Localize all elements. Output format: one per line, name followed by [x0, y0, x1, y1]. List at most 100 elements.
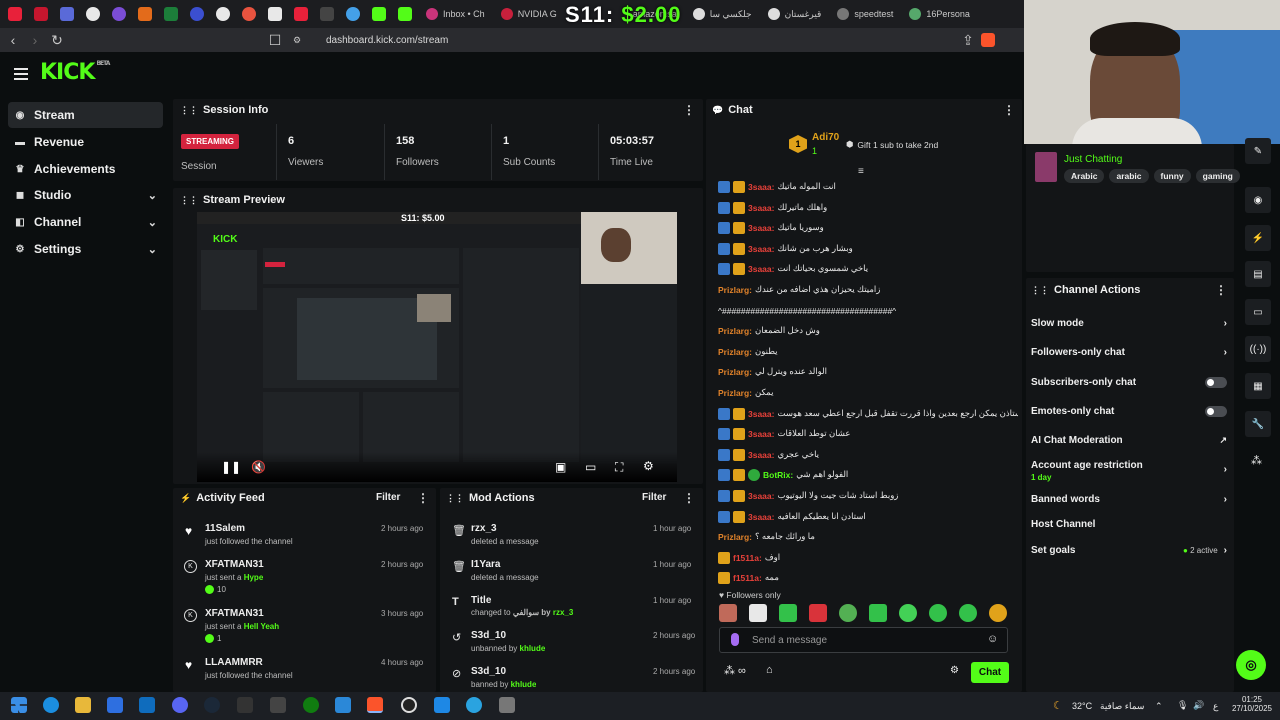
chat-username[interactable]: Prizlarg: — [718, 388, 752, 398]
activity-username[interactable]: 11Salem — [205, 523, 245, 534]
ai-moderation-row[interactable]: AI Chat Moderation ↗ — [1031, 435, 1227, 446]
x-tab-icon[interactable] — [320, 7, 334, 21]
emote-icon[interactable] — [809, 604, 827, 622]
tab-icon[interactable] — [138, 7, 152, 21]
kebab-menu-icon[interactable]: ⋮ — [417, 491, 429, 505]
emote-icon[interactable] — [749, 604, 767, 622]
mod-target[interactable]: S3d_10 — [471, 630, 506, 641]
sidebar-item-achievements[interactable]: ♛ Achievements — [8, 156, 163, 182]
mod-target[interactable]: S3d_10 — [471, 666, 506, 677]
activity-username[interactable]: XFATMAN31 — [205, 608, 264, 619]
emote-icon[interactable] — [869, 604, 887, 622]
browser-tab[interactable]: NVIDIA G — [495, 3, 563, 25]
stream-preview-video[interactable]: S11: $5.00 KICK ❚❚ 🔇 ▣ ▭ ⛶ ⚙ — [197, 212, 677, 482]
subscribers-only-row[interactable]: Subscribers-only chat — [1031, 377, 1227, 388]
fullscreen-icon[interactable]: ⛶ — [615, 460, 623, 475]
url-field[interactable]: dashboard.kick.com/stream — [326, 35, 448, 46]
category-link[interactable]: Just Chatting — [1064, 154, 1122, 165]
tab-icon[interactable] — [164, 7, 178, 21]
brave-icon[interactable] — [367, 697, 383, 713]
category-thumbnail[interactable] — [1035, 152, 1057, 182]
tab-icon[interactable] — [112, 7, 126, 21]
pip-icon[interactable]: ▣ — [555, 460, 566, 474]
app-icon[interactable] — [270, 697, 286, 713]
red-tab-icon[interactable] — [34, 7, 48, 21]
obs-icon[interactable] — [401, 697, 417, 713]
mod-target[interactable]: Title — [471, 595, 491, 606]
app-icon[interactable] — [434, 697, 450, 713]
lightning-icon[interactable]: ⚡ — [1245, 225, 1271, 251]
bookmark-icon[interactable]: ☐ — [266, 31, 284, 49]
sidebar-item-studio[interactable]: ◼ Studio ⌄ — [8, 182, 163, 208]
broadcast-icon[interactable]: ((·)) — [1245, 336, 1271, 362]
mod-target[interactable]: rzx_3 — [471, 523, 497, 534]
discord-icon[interactable] — [172, 697, 188, 713]
microphone-icon[interactable] — [731, 633, 739, 646]
browser-tab[interactable]: 16Persona — [903, 3, 976, 25]
chat-username[interactable]: 3saaa: — [748, 429, 774, 439]
site-info-icon[interactable]: ⚙ — [288, 31, 306, 49]
kebab-menu-icon[interactable]: ⋮ — [683, 103, 695, 117]
chat-username[interactable]: Prizlarg: — [718, 347, 752, 357]
edge-icon[interactable] — [43, 697, 59, 713]
activity-username[interactable]: XFATMAN31 — [205, 559, 264, 570]
forward-icon[interactable]: › — [26, 31, 44, 49]
store-icon[interactable] — [107, 697, 123, 713]
menu-icon[interactable] — [14, 68, 28, 80]
emote-icon[interactable] — [839, 604, 857, 622]
followers-only-row[interactable]: Followers-only chat › — [1031, 347, 1227, 358]
chat-username[interactable]: 3saaa: — [748, 223, 774, 233]
support-chat-icon[interactable]: ◎ — [1236, 650, 1266, 680]
chat-username[interactable]: 3saaa: — [748, 244, 774, 254]
xbox-icon[interactable] — [303, 697, 319, 713]
kebab-menu-icon[interactable]: ⋮ — [1003, 103, 1015, 117]
tab-icon[interactable] — [268, 7, 282, 21]
epic-games-icon[interactable] — [237, 697, 253, 713]
chat-settings-icon[interactable]: ⚙ — [950, 665, 959, 676]
file-explorer-icon[interactable] — [75, 697, 91, 713]
chat-username[interactable]: BotRix: — [763, 470, 793, 480]
sidebar-item-stream[interactable]: ◉ Stream — [8, 102, 163, 128]
emote-icon[interactable] — [779, 604, 797, 622]
app-icon[interactable] — [499, 697, 515, 713]
wrench-icon[interactable]: 🔧 — [1245, 411, 1271, 437]
outlook-icon[interactable] — [139, 697, 155, 713]
chat-username[interactable]: 3saaa: — [748, 409, 774, 419]
slow-mode-row[interactable]: Slow mode › — [1031, 318, 1227, 329]
telegram-icon[interactable] — [466, 697, 482, 713]
chat-username[interactable]: 3saaa: — [748, 512, 774, 522]
brave-shield-icon[interactable] — [981, 33, 995, 47]
kebab-menu-icon[interactable]: ⋮ — [1215, 283, 1227, 297]
chat-username[interactable]: 3saaa: — [748, 264, 774, 274]
gift-icon[interactable]: ⌂ — [766, 664, 773, 676]
weather-temp[interactable]: 32°C — [1072, 701, 1092, 711]
browser-tab[interactable]: Inbox • Ch — [420, 3, 491, 25]
emote-icon[interactable] — [719, 604, 737, 622]
emotes-only-toggle[interactable] — [1205, 406, 1227, 417]
chrome-tab-icon[interactable] — [86, 7, 100, 21]
activity-username[interactable]: LLAAMMRR — [205, 657, 263, 668]
browser-tab[interactable]: قيرغستان — [762, 3, 828, 25]
collapse-icon[interactable]: ≡ — [858, 166, 864, 177]
mod-by-user[interactable]: khlude — [520, 644, 546, 653]
tag-chip[interactable]: gaming — [1195, 169, 1240, 183]
sidebar-item-settings[interactable]: ⚙ Settings ⌄ — [8, 236, 163, 262]
subscribers-only-toggle[interactable] — [1205, 377, 1227, 388]
tab-icon[interactable] — [346, 7, 360, 21]
chat-username[interactable]: Prizlarg: — [718, 326, 752, 336]
volume-icon[interactable]: 🔊 — [1193, 700, 1204, 711]
kick-tab-icon[interactable] — [372, 7, 386, 21]
emote-icon[interactable] — [929, 604, 947, 622]
chat-message-input[interactable]: Send a message — [719, 627, 1008, 653]
kick-tab-icon[interactable] — [398, 7, 412, 21]
reload-icon[interactable]: ↻ — [48, 31, 66, 49]
tab-icon[interactable] — [190, 7, 204, 21]
tag-chip[interactable]: funny — [1153, 169, 1191, 183]
tag-chip[interactable]: arabic — [1109, 169, 1149, 183]
tab-icon[interactable] — [216, 7, 230, 21]
mod-filter-button[interactable]: Filter — [642, 492, 666, 503]
browser-tab[interactable]: جلكسي سا — [687, 3, 758, 25]
mod-by-user[interactable]: rzx_3 — [553, 608, 573, 617]
sidebar-item-revenue[interactable]: ▬ Revenue — [8, 129, 163, 155]
youtube-tab-icon[interactable] — [8, 7, 22, 21]
